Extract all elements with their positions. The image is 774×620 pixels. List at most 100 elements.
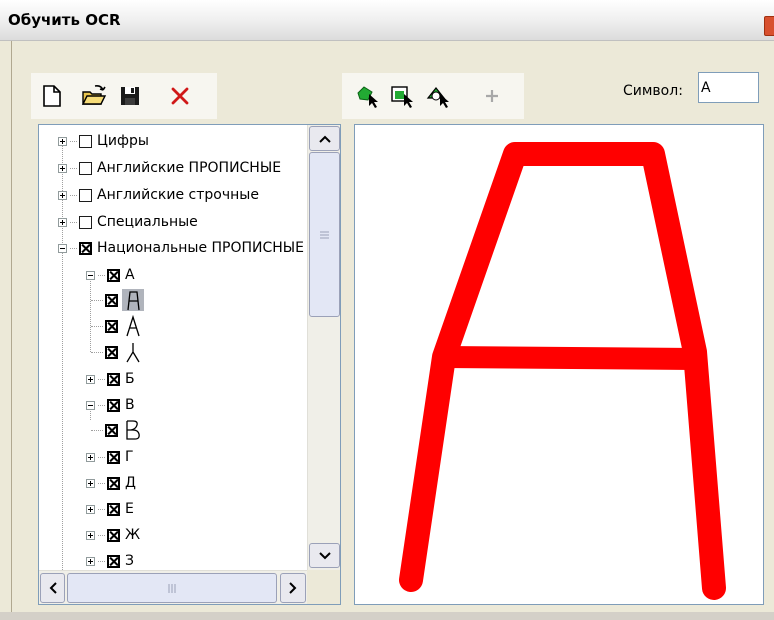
tree-node-national-upper[interactable]: Национальные ПРОПИСНЫЕ <box>58 237 305 259</box>
tree-sample-a-3[interactable] <box>91 341 144 363</box>
expand-icon[interactable] <box>86 504 95 514</box>
checkbox-checked[interactable] <box>105 423 118 437</box>
checkbox-checked[interactable] <box>105 319 118 333</box>
ocr-training-window: Обучить OCR Символ: А Цифры Английские П… <box>0 0 774 620</box>
expand-icon[interactable] <box>58 136 67 146</box>
tree-sample-a-1[interactable] <box>91 289 144 311</box>
window-title: Обучить OCR <box>8 11 121 29</box>
checkbox[interactable] <box>79 161 92 175</box>
checkbox-checked[interactable] <box>107 528 120 542</box>
checkbox-checked[interactable] <box>105 293 118 307</box>
grip-icon <box>168 583 176 593</box>
window-bottom-edge <box>0 612 774 620</box>
tree-node-label: Б <box>125 371 135 387</box>
tree-node-letter-v[interactable]: В <box>86 394 136 416</box>
symbol-label: Символ: <box>623 83 683 99</box>
add-plus-icon[interactable] <box>478 82 506 110</box>
grip-icon <box>320 231 329 238</box>
checkbox-checked[interactable] <box>107 476 120 490</box>
expand-icon[interactable] <box>58 163 67 173</box>
checkbox-checked[interactable] <box>107 502 120 516</box>
checkbox-checked[interactable] <box>107 398 120 412</box>
tree-node-english-lower[interactable]: Английские строчные <box>58 184 260 206</box>
expand-icon[interactable] <box>58 190 67 200</box>
scroll-thumb[interactable] <box>67 573 277 603</box>
drawing-canvas[interactable] <box>354 124 764 605</box>
expand-icon[interactable] <box>86 374 95 384</box>
tree-node-letter-a[interactable]: А <box>86 264 136 286</box>
tree-sample-a-2[interactable] <box>91 315 144 337</box>
tree-line <box>62 245 63 570</box>
tree-sample-v-1[interactable] <box>91 419 144 441</box>
expand-icon[interactable] <box>86 530 95 540</box>
scrollbar-corner <box>307 570 340 604</box>
chevron-left-icon <box>49 582 57 594</box>
chevron-down-icon <box>318 551 331 559</box>
letter-a-sample-thumbnail <box>122 315 144 337</box>
tree-node-label: Английские строчные <box>97 187 259 203</box>
tree-node-label: Ж <box>125 527 141 543</box>
collapse-icon[interactable] <box>86 270 95 280</box>
scroll-down-button[interactable] <box>309 543 340 568</box>
chevron-right-icon <box>289 582 297 594</box>
checkbox-checked[interactable] <box>105 345 118 359</box>
tree-node-label: Цифры <box>97 133 149 149</box>
tree-node-label: Специальные <box>97 214 198 230</box>
tree-node-digits[interactable]: Цифры <box>58 130 150 152</box>
checkbox-checked[interactable] <box>107 372 120 386</box>
delete-x-icon[interactable] <box>166 82 194 110</box>
expand-icon[interactable] <box>86 556 95 566</box>
save-disk-icon[interactable] <box>116 82 144 110</box>
tree-node-special[interactable]: Специальные <box>58 211 199 233</box>
tree-node-letter-z[interactable]: З <box>86 550 135 570</box>
new-document-icon[interactable] <box>38 82 66 110</box>
tree-items: Цифры Английские ПРОПИСНЫЕ Английские ст… <box>39 125 307 570</box>
tree-vertical-scrollbar[interactable] <box>307 125 340 570</box>
checkbox-checked[interactable] <box>107 268 120 282</box>
tree-node-label: З <box>125 553 134 569</box>
tree-node-letter-b[interactable]: Б <box>86 368 136 390</box>
fill-green-pointer-icon[interactable] <box>354 82 382 110</box>
collapse-icon[interactable] <box>86 400 95 410</box>
title-bar[interactable]: Обучить OCR <box>0 0 774 41</box>
file-toolbar <box>31 73 217 119</box>
tree-node-letter-zh[interactable]: Ж <box>86 524 141 546</box>
drawing-toolbar <box>342 73 524 119</box>
tree-node-label: А <box>125 267 135 283</box>
tree-node-label: Г <box>125 449 134 465</box>
tree-node-label: В <box>125 397 135 413</box>
open-folder-icon[interactable] <box>80 82 108 110</box>
scroll-right-button[interactable] <box>280 573 306 603</box>
tree-node-letter-g[interactable]: Г <box>86 446 135 468</box>
close-icon[interactable] <box>764 16 774 36</box>
tree-node-letter-e[interactable]: Е <box>86 498 135 520</box>
letter-a-drawing <box>399 142 726 600</box>
collapse-icon[interactable] <box>58 243 67 253</box>
tree-node-label: Английские ПРОПИСНЫЕ <box>97 160 282 176</box>
scroll-thumb[interactable] <box>309 152 340 317</box>
checkbox-checked[interactable] <box>107 554 120 568</box>
tree-node-letter-d[interactable]: Д <box>86 472 137 494</box>
checkbox-checked[interactable] <box>79 241 92 255</box>
expand-icon[interactable] <box>86 452 95 462</box>
scroll-left-button[interactable] <box>40 573 65 603</box>
checkbox[interactable] <box>79 134 92 148</box>
tree-node-label: Д <box>125 475 136 491</box>
checkbox[interactable] <box>79 215 92 229</box>
scroll-up-button[interactable] <box>309 126 340 151</box>
expand-icon[interactable] <box>58 217 67 227</box>
symbol-input[interactable] <box>698 72 759 103</box>
capture-rect-pointer-icon[interactable] <box>389 82 417 110</box>
letter-a-sample-thumbnail <box>122 341 144 363</box>
shape-pointer-icon[interactable] <box>425 82 453 110</box>
tree-node-label: Е <box>125 501 134 517</box>
checkbox-checked[interactable] <box>107 450 120 464</box>
chevron-up-icon <box>318 135 331 143</box>
expand-icon[interactable] <box>86 478 95 488</box>
tree-node-english-upper[interactable]: Английские ПРОПИСНЫЕ <box>58 157 282 179</box>
tree-node-label: Национальные ПРОПИСНЫЕ <box>97 240 304 256</box>
tree-horizontal-scrollbar[interactable] <box>39 570 307 604</box>
letter-a-sample-thumbnail <box>122 289 144 311</box>
checkbox[interactable] <box>79 188 92 202</box>
character-tree: Цифры Английские ПРОПИСНЫЕ Английские ст… <box>38 124 341 605</box>
